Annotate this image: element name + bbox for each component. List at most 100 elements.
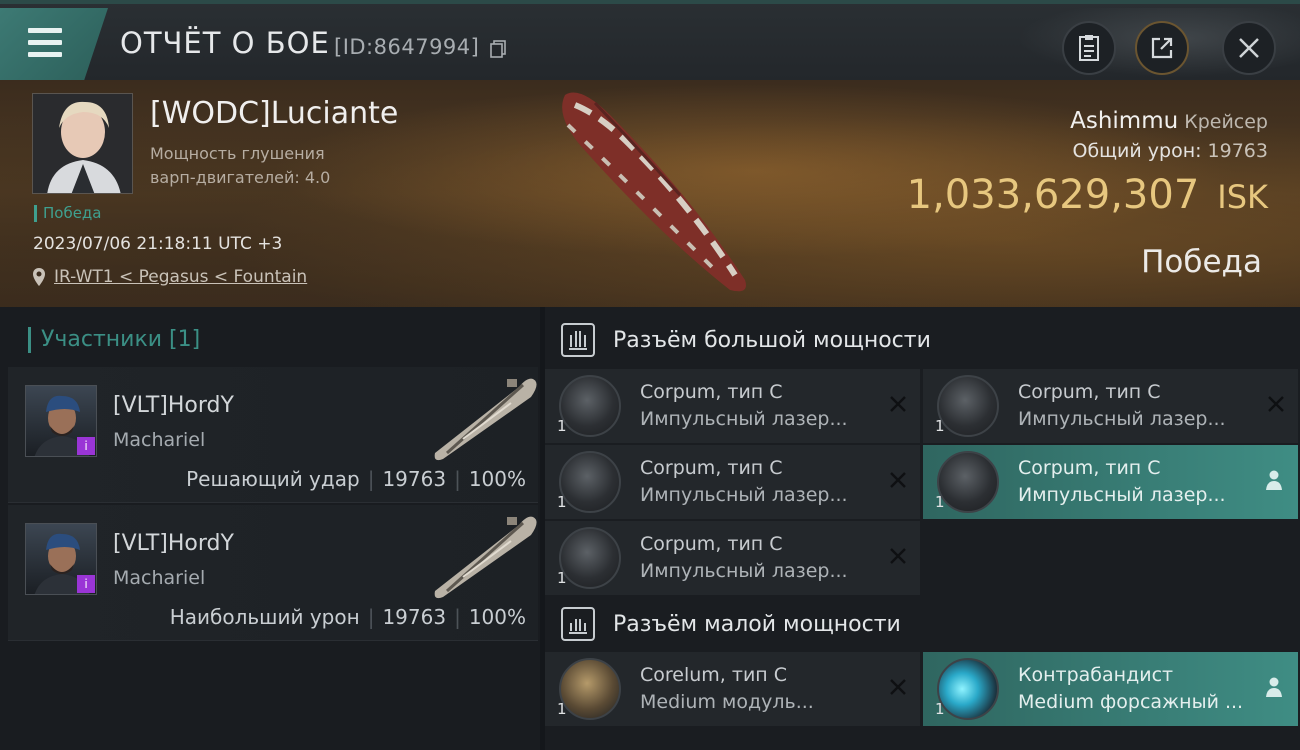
module-slot[interactable]: 1 Corelum, тип C Medium модуль... xyxy=(545,652,920,726)
close-icon xyxy=(1239,38,1259,58)
close-button[interactable] xyxy=(1222,21,1276,75)
module-name: Corpum, тип C xyxy=(1018,381,1161,403)
participants-title[interactable]: Участники [1] xyxy=(28,327,200,353)
module-name: Corpum, тип C xyxy=(640,533,783,555)
page-title: ОТЧЁТ О БОЕ xyxy=(120,26,330,60)
participant-ship-image xyxy=(434,378,537,461)
person-icon xyxy=(1266,470,1282,490)
destroyed-x-icon xyxy=(1268,396,1284,412)
info-badge[interactable]: i xyxy=(77,437,95,455)
warp-jam-label: Мощность глушения xyxy=(150,144,325,163)
participant-card[interactable]: i [VLT]HordY Machariel Решающий удар | 197… xyxy=(8,367,538,503)
share-icon xyxy=(1151,37,1173,59)
module-type: Импульсный лазер... xyxy=(1018,484,1226,506)
heat-sink-module-icon xyxy=(559,658,621,720)
hamburger-icon-bar xyxy=(28,52,62,57)
victim-pilot-name[interactable]: [WODC]Luciante xyxy=(150,96,398,131)
total-damage-label: Общий урон: xyxy=(1072,140,1202,162)
participant-stats: Наибольший урон | 19763 | 100% xyxy=(170,605,526,629)
copy-icon[interactable] xyxy=(490,40,506,58)
pilot-portrait-icon xyxy=(33,94,132,193)
battle-result: Победа xyxy=(1141,244,1262,280)
status-tag: Победа xyxy=(34,205,102,222)
destroyed-x-icon xyxy=(890,472,906,488)
laser-module-icon xyxy=(937,375,999,437)
low-slot-glyph xyxy=(569,619,587,634)
victim-avatar[interactable] xyxy=(32,93,133,194)
high-slots-title: Разъём большой мощности xyxy=(613,328,931,353)
low-slots-header: Разъём малой мощности xyxy=(545,593,1300,655)
module-type: Импульсный лазер... xyxy=(1018,408,1226,430)
isk-value: 1,033,629,307 ISK xyxy=(907,172,1268,218)
top-bar: ОТЧЁТ О БОЕ [ID:8647994] xyxy=(0,0,1300,84)
info-badge[interactable]: i xyxy=(77,575,95,593)
kill-datetime: 2023/07/06 21:18:11 UTC +3 xyxy=(33,234,283,254)
participant-percent: 100% xyxy=(468,467,526,491)
separator: | xyxy=(367,467,375,491)
separator: | xyxy=(454,605,461,629)
module-qty: 1 xyxy=(557,569,567,587)
participant-percent: 100% xyxy=(468,605,526,629)
module-name: Corpum, тип C xyxy=(640,381,783,403)
total-damage-value: 19763 xyxy=(1207,140,1268,162)
laser-module-icon xyxy=(559,451,621,513)
module-name: Corpum, тип C xyxy=(640,457,783,479)
laser-module-icon xyxy=(937,451,999,513)
participant-ship: Machariel xyxy=(113,429,206,451)
location-link[interactable]: IR-WT1 < Pegasus < Fountain xyxy=(54,267,307,287)
module-slot-dropped[interactable]: 1 Контрабандист Medium форсажный ... xyxy=(923,652,1298,726)
separator: | xyxy=(367,605,375,629)
laser-module-icon xyxy=(559,375,621,437)
participant-stats: Решающий удар | 19763 | 100% xyxy=(186,467,526,491)
low-slots-title: Разъём малой мощности xyxy=(613,612,901,637)
ship-class-text: Крейсер xyxy=(1184,111,1268,133)
high-slots-header: Разъём большой мощности xyxy=(545,309,1300,371)
module-qty: 1 xyxy=(557,700,567,718)
module-slot-dropped[interactable]: 1 Corpum, тип C Импульсный лазер... xyxy=(923,445,1298,519)
clipboard-icon xyxy=(1079,35,1099,61)
module-type: Импульсный лазер... xyxy=(640,408,848,430)
participant-avatar: i xyxy=(25,523,97,595)
participant-name[interactable]: [VLT]HordY xyxy=(113,531,234,556)
participant-role: Решающий удар xyxy=(186,467,360,491)
low-slot-icon xyxy=(561,607,595,641)
separator: | xyxy=(454,467,461,491)
module-slot[interactable]: 1 Corpum, тип C Импульсный лазер... xyxy=(923,369,1298,443)
participant-ship: Machariel xyxy=(113,567,206,589)
total-damage: Общий урон: 19763 xyxy=(1072,140,1268,162)
module-qty: 1 xyxy=(935,700,945,718)
module-slot[interactable]: 1 Corpum, тип C Импульсный лазер... xyxy=(545,369,920,443)
victim-ship-name[interactable]: Ashimmu Крейсер xyxy=(1070,108,1268,134)
destroyed-x-icon xyxy=(890,396,906,412)
participant-damage: 19763 xyxy=(382,605,447,629)
module-name: Контрабандист xyxy=(1018,664,1174,686)
module-name: Corelum, тип C xyxy=(640,664,788,686)
laser-module-icon xyxy=(559,527,621,589)
module-type: Medium модуль... xyxy=(640,691,814,713)
module-qty: 1 xyxy=(557,417,567,435)
participant-name[interactable]: [VLT]HordY xyxy=(113,393,234,418)
participants-panel: Участники [1] i [VLT]HordY Machariel Реш… xyxy=(0,307,540,750)
hamburger-icon xyxy=(28,28,62,33)
high-slot-icon xyxy=(561,323,595,357)
warp-jam-value: варп-двигателей: 4.0 xyxy=(150,168,331,187)
participant-ship-image xyxy=(434,516,537,599)
report-id: [ID:8647994] xyxy=(334,35,480,59)
destroyed-x-icon xyxy=(890,548,906,564)
clipboard-button[interactable] xyxy=(1062,21,1116,75)
participant-avatar: i xyxy=(25,385,97,457)
participant-role: Наибольший урон xyxy=(169,605,360,629)
participant-card[interactable]: i [VLT]HordY Machariel Наибольший урон | 1… xyxy=(8,505,538,641)
module-slot[interactable]: 1 Corpum, тип C Импульсный лазер... xyxy=(545,521,920,595)
afterburner-module-icon xyxy=(937,658,999,720)
module-type: Medium форсажный ... xyxy=(1018,691,1244,713)
module-qty: 1 xyxy=(935,493,945,511)
kill-summary-banner: [WODC]Luciante Мощность глушения варп-дв… xyxy=(0,80,1300,307)
share-button[interactable] xyxy=(1135,21,1189,75)
menu-button[interactable] xyxy=(0,8,108,80)
participant-damage: 19763 xyxy=(382,467,447,491)
isk-amount: 1,033,629,307 xyxy=(906,172,1200,218)
module-qty: 1 xyxy=(935,417,945,435)
module-qty: 1 xyxy=(557,493,567,511)
module-slot[interactable]: 1 Corpum, тип C Импульсный лазер... xyxy=(545,445,920,519)
